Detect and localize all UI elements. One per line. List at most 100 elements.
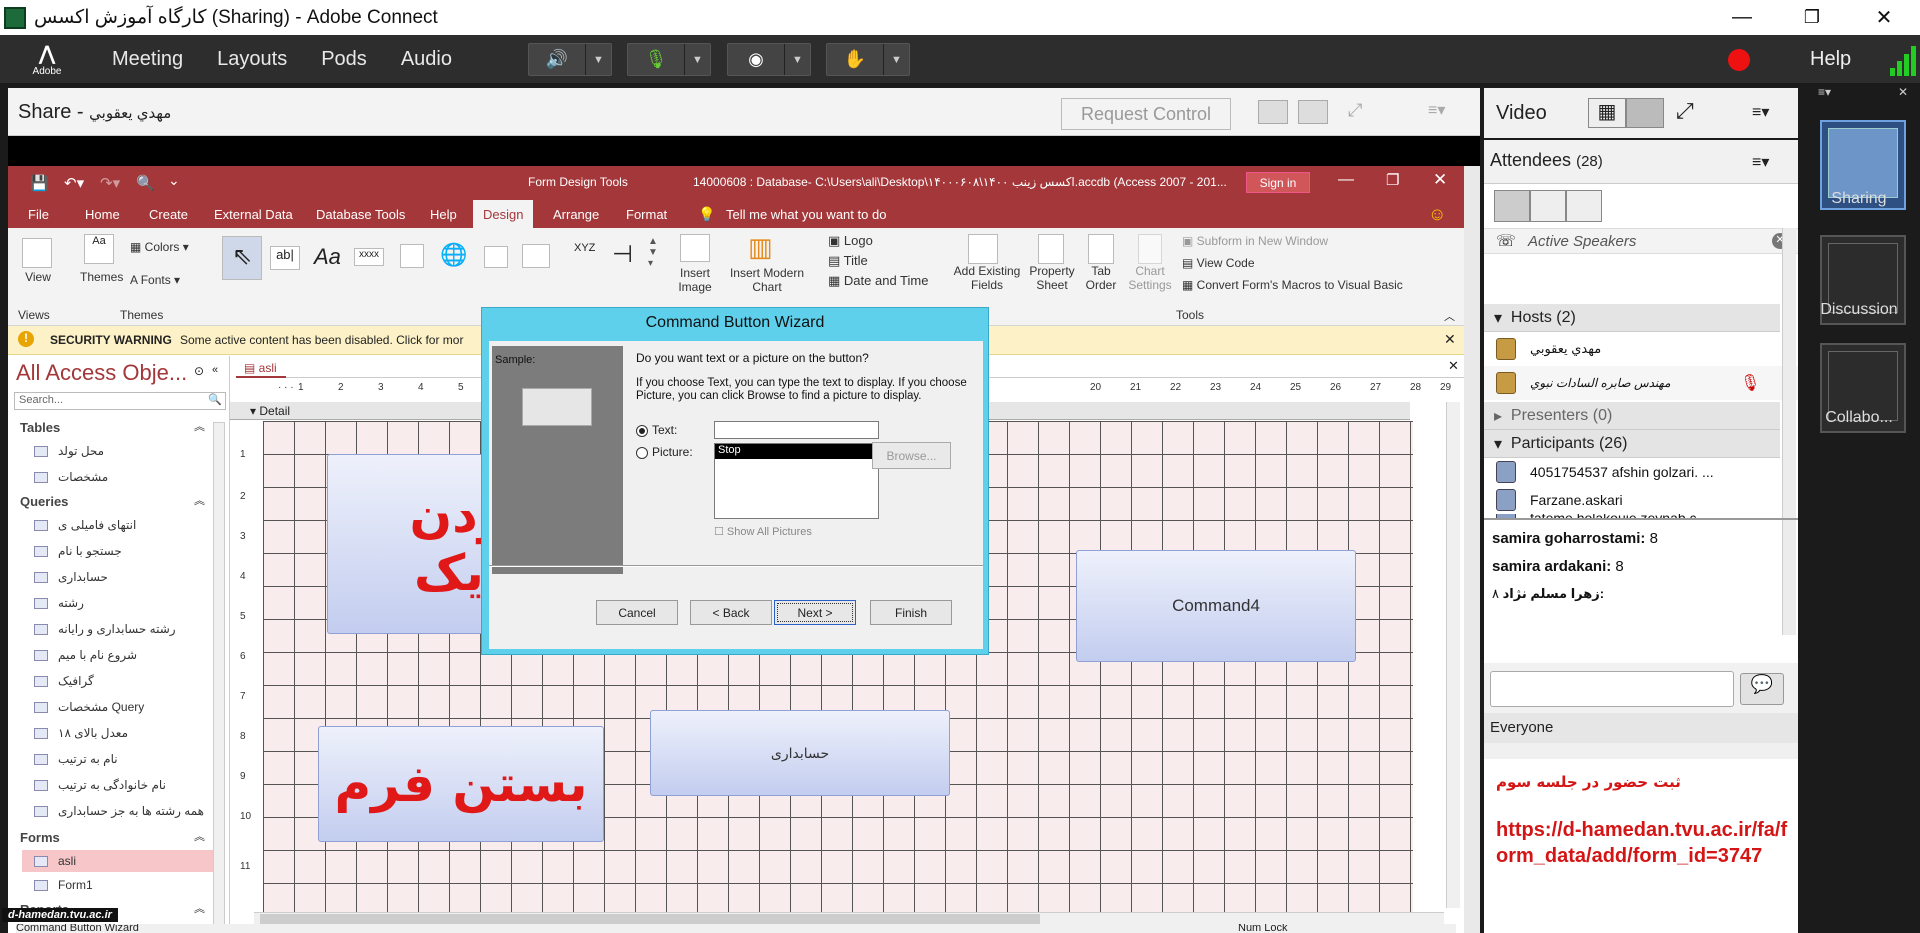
- nav-search-input[interactable]: Search... 🔍: [14, 392, 226, 410]
- actual-size-icon[interactable]: [1298, 100, 1328, 124]
- nav-item[interactable]: شروع نام با میم: [34, 648, 137, 662]
- save-icon[interactable]: 💾: [30, 174, 49, 192]
- themes-icon[interactable]: Aa: [84, 234, 114, 264]
- notes-toolbar[interactable]: [1484, 743, 1798, 759]
- doc-tab-asli[interactable]: ▤ asli: [236, 358, 286, 378]
- restore-button[interactable]: ❐: [1782, 0, 1842, 35]
- chat-input[interactable]: [1490, 671, 1734, 707]
- nav-item[interactable]: انتهای فامیلی ی: [34, 518, 136, 532]
- menu-layouts[interactable]: Layouts: [217, 48, 287, 71]
- close-icon[interactable]: ✕: [1433, 170, 1447, 190]
- tab-home[interactable]: Home: [85, 207, 120, 222]
- close-button[interactable]: ✕: [1854, 0, 1914, 35]
- fullscreen-icon[interactable]: ⤢: [1348, 100, 1378, 124]
- add-existing-fields-button[interactable]: Add Existing Fields: [952, 264, 1022, 292]
- nav-item[interactable]: معدل بالای ۱۸: [34, 726, 128, 740]
- help-menu[interactable]: Help: [1810, 48, 1851, 71]
- microphone-button[interactable]: 🎙 ▼: [627, 43, 711, 76]
- pod-options-icon[interactable]: ≡▾: [1752, 152, 1769, 172]
- presenters-group[interactable]: ▸ Presenters (0): [1484, 402, 1780, 430]
- restore-icon[interactable]: ❐: [1386, 171, 1399, 189]
- attendees-scrollbar[interactable]: [1782, 228, 1796, 524]
- collapse-ribbon-icon[interactable]: ︿: [1444, 308, 1455, 324]
- nav-item[interactable]: مشخصات Query: [34, 700, 144, 714]
- fit-width-icon[interactable]: [1258, 100, 1288, 124]
- insert-image-button[interactable]: Insert Image: [670, 266, 720, 294]
- redo-icon[interactable]: ↷▾: [100, 174, 120, 192]
- speaker-button[interactable]: 🔊 ▼: [528, 43, 612, 76]
- hosts-group[interactable]: ▾ Hosts (2): [1484, 304, 1780, 332]
- button-control-icon[interactable]: xxxx: [354, 248, 384, 266]
- gallery-more-icon[interactable]: ▲ ▼ ▾: [648, 236, 658, 269]
- label-control-icon[interactable]: Aa: [314, 244, 341, 270]
- picture-radio-label[interactable]: Picture:: [652, 445, 693, 459]
- nav-item[interactable]: جستجو با نام: [34, 544, 122, 558]
- list-item[interactable]: مهندس صابره السادات نبوي 🎙: [1484, 366, 1798, 400]
- nav-section-queries[interactable]: Queries: [20, 494, 68, 509]
- tab-external-data[interactable]: External Data: [214, 207, 293, 222]
- nav-section-tables[interactable]: Tables: [20, 420, 60, 435]
- layout-sharing-label[interactable]: Sharing: [1798, 190, 1920, 208]
- chevron-up-icon[interactable]: ︽: [194, 492, 205, 508]
- add-existing-fields-icon[interactable]: [968, 234, 998, 264]
- cancel-button[interactable]: Cancel: [596, 600, 678, 625]
- tab-format[interactable]: Format: [626, 207, 667, 222]
- text-radio-label[interactable]: Text:: [652, 423, 677, 437]
- collapse-pane-icon[interactable]: «: [212, 364, 218, 376]
- navigation-control-icon[interactable]: [522, 244, 550, 268]
- themes-button[interactable]: Themes: [80, 270, 123, 284]
- pod-options-icon[interactable]: ≡▾: [1428, 100, 1458, 124]
- title-button[interactable]: ▤ Title: [828, 254, 868, 268]
- send-message-button[interactable]: 💬: [1740, 673, 1784, 705]
- print-preview-icon[interactable]: 🔍: [136, 174, 155, 192]
- finish-button[interactable]: Finish: [870, 600, 952, 625]
- form-command-button-close-form[interactable]: بستن فرم: [318, 726, 604, 842]
- nav-item[interactable]: رشته حسابداری و رایانه: [34, 622, 176, 636]
- view-code-button[interactable]: ▤ View Code: [1182, 256, 1255, 270]
- nav-item[interactable]: رشته: [34, 596, 84, 610]
- chat-recipient-tab[interactable]: Everyone: [1484, 713, 1798, 743]
- chevron-down-icon[interactable]: ▼: [684, 44, 710, 75]
- nav-item-selected[interactable]: asli: [22, 850, 220, 872]
- chevron-down-icon[interactable]: ▼: [883, 44, 909, 75]
- tab-control-icon[interactable]: [400, 244, 424, 268]
- view-icon[interactable]: [22, 238, 52, 268]
- property-sheet-icon[interactable]: [1038, 234, 1064, 264]
- nav-item[interactable]: نام خانوادگی به ترتیب: [34, 778, 166, 792]
- nav-item[interactable]: گرافیک: [34, 674, 94, 688]
- select-pointer-icon[interactable]: ⇖: [222, 236, 262, 280]
- chevron-up-icon[interactable]: ︽: [194, 418, 205, 434]
- menu-pods[interactable]: Pods: [321, 48, 367, 71]
- nav-item[interactable]: حسابداری: [34, 570, 108, 584]
- tab-design[interactable]: Design: [473, 200, 534, 228]
- nav-item[interactable]: نام به ترتیب: [34, 752, 118, 766]
- tab-database-tools[interactable]: Database Tools: [316, 207, 405, 222]
- form-command-button-command4[interactable]: Command4: [1076, 550, 1356, 662]
- colors-dropdown[interactable]: ▦ Colors ▾: [130, 240, 189, 254]
- close-icon[interactable]: ✕: [1444, 331, 1456, 348]
- logo-button[interactable]: ▣ Logo: [828, 234, 873, 248]
- security-warning-text[interactable]: Some active content has been disabled. C…: [180, 333, 463, 347]
- chevron-down-icon[interactable]: ▼: [585, 44, 611, 75]
- view-button[interactable]: View: [22, 270, 54, 284]
- fonts-dropdown[interactable]: A Fonts ▾: [130, 273, 180, 287]
- form-command-button-accounting[interactable]: حسابداری: [650, 710, 950, 796]
- minimize-icon[interactable]: —: [1338, 171, 1354, 189]
- nav-item[interactable]: Form1: [34, 878, 93, 892]
- recording-indicator[interactable]: [1728, 49, 1750, 71]
- layout-collaboration-label[interactable]: Collabo...: [1798, 409, 1920, 427]
- participants-group[interactable]: ▾ Participants (26): [1484, 430, 1780, 458]
- breakout-view-icon[interactable]: [1530, 190, 1566, 222]
- hyperlink-icon[interactable]: 🌐: [440, 242, 467, 268]
- design-vertical-scrollbar[interactable]: [1446, 402, 1460, 908]
- picture-listbox[interactable]: Stop: [714, 443, 879, 519]
- page-break-icon[interactable]: ⊣: [612, 240, 633, 269]
- convert-macros-button[interactable]: ▦ Convert Form's Macros to Visual Basic: [1182, 278, 1403, 292]
- request-control-button[interactable]: Request Control: [1061, 98, 1231, 130]
- button-text-input[interactable]: [714, 421, 879, 439]
- tab-help[interactable]: Help: [430, 207, 457, 222]
- smiley-feedback-icon[interactable]: ☺: [1428, 204, 1446, 225]
- insert-modern-chart-button[interactable]: Insert Modern Chart: [722, 266, 812, 294]
- nav-item[interactable]: محل تولد: [34, 444, 104, 458]
- note-link[interactable]: https://d-hamedan.tvu.ac.ir/fa/form_data…: [1496, 817, 1792, 869]
